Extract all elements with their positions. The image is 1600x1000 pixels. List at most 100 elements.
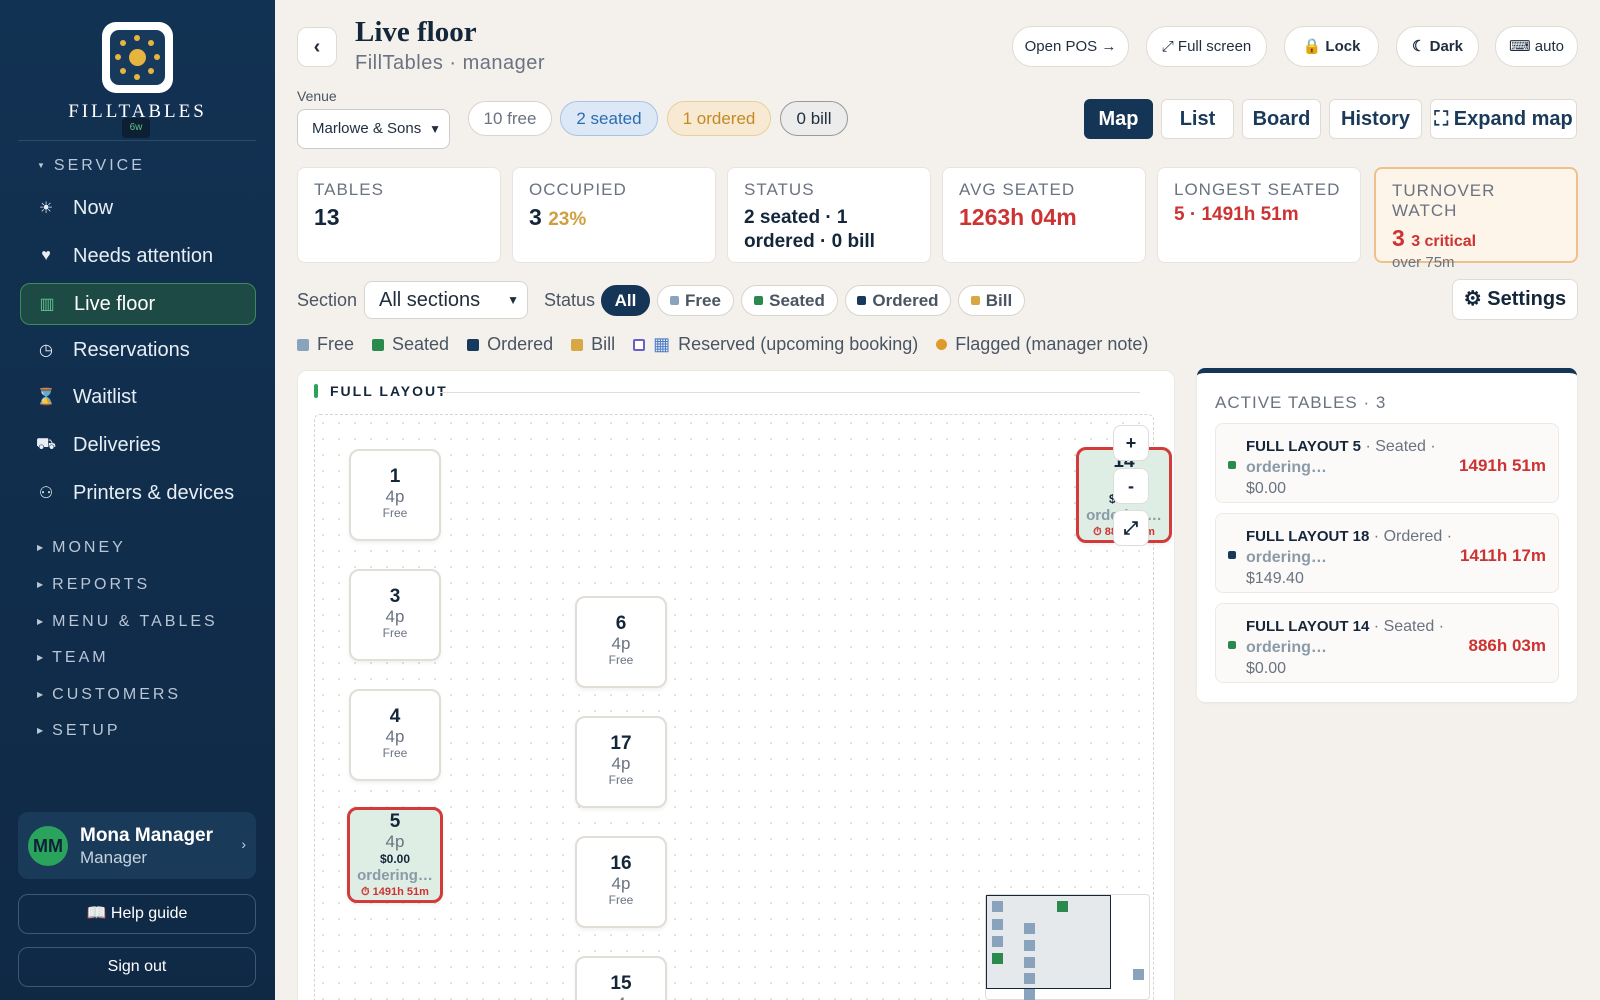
seated-swatch-icon xyxy=(754,296,764,305)
table-4[interactable]: 4 4p Free xyxy=(349,689,441,781)
count-ordered[interactable]: 1 ordered xyxy=(667,101,771,136)
active-table-status: · Seated · xyxy=(1369,618,1445,635)
chip-bill-label: Bill xyxy=(985,291,1013,310)
count-seated[interactable]: 2 seated xyxy=(560,101,658,136)
table-status: Free xyxy=(608,893,634,907)
tab-map[interactable]: Map xyxy=(1084,99,1153,139)
user-card[interactable]: MM Mona Manager Manager › xyxy=(18,812,256,879)
active-table-order: ordering… xyxy=(1246,639,1327,656)
active-table-row[interactable]: FULL LAYOUT 14 · Seated · ordering… $0.00… xyxy=(1215,603,1559,683)
calendar-icon: ▦ xyxy=(653,334,671,354)
tab-history[interactable]: History xyxy=(1329,99,1422,139)
section-customers[interactable]: ▶ CUSTOMERS xyxy=(37,686,181,704)
nav-needs-attention[interactable]: ♥ Needs attention xyxy=(20,235,256,277)
legend: Free Seated Ordered Bill ▦ Reserved (upco… xyxy=(297,334,1148,355)
table-1[interactable]: 1 4p Free xyxy=(349,449,441,541)
chip-bill[interactable]: Bill xyxy=(958,285,1025,316)
sun-icon: ☀ xyxy=(38,200,54,217)
sign-out-button[interactable]: Sign out xyxy=(18,947,256,987)
divider xyxy=(18,140,256,141)
active-table-order: ordering… xyxy=(1246,549,1327,566)
floor-grid-icon: ▥ xyxy=(39,296,55,313)
legend-ordered-swatch xyxy=(467,338,480,351)
dark-mode-button[interactable]: ☾ Dark xyxy=(1396,26,1479,67)
expand-map-button[interactable]: ⛶ Expand map xyxy=(1430,99,1577,139)
nav-now[interactable]: ☀ Now xyxy=(20,187,256,229)
section-team-label: TEAM xyxy=(52,649,109,666)
table-amount: $0.00 xyxy=(379,852,411,866)
ordered-status-icon xyxy=(1228,551,1236,559)
table-order-status: ordering… xyxy=(357,867,433,884)
active-table-status: · Seated · xyxy=(1361,438,1436,455)
sun-logo-icon xyxy=(110,30,165,85)
section-setup[interactable]: ▶ SETUP xyxy=(37,722,121,740)
lock-button[interactable]: 🔒 Lock xyxy=(1284,26,1379,67)
nav-printers-devices[interactable]: ⚇ Printers & devices xyxy=(20,472,256,514)
table-17[interactable]: 17 4p Free xyxy=(575,716,667,808)
zoom-in-button[interactable]: + xyxy=(1113,425,1149,461)
fit-view-icon[interactable]: ⤢ xyxy=(1113,510,1149,546)
nav-live-floor[interactable]: ▥ Live floor xyxy=(20,283,256,325)
section-team[interactable]: ▶ TEAM xyxy=(37,649,109,667)
section-money[interactable]: ▶ MONEY xyxy=(37,539,126,557)
settings-button[interactable]: ⚙ Settings xyxy=(1452,279,1578,320)
stat-occupied: OCCUPIED 3 23% xyxy=(512,167,716,263)
section-service[interactable]: ▼ SERVICE xyxy=(37,157,145,175)
count-bill[interactable]: 0 bill xyxy=(780,101,848,136)
stat-turnover-watch[interactable]: TURNOVER WATCH 3 3 critical over 75m xyxy=(1374,167,1578,271)
active-table-amount: $149.40 xyxy=(1246,570,1304,587)
active-table-name: FULL LAYOUT 14 xyxy=(1246,618,1370,635)
full-screen-button[interactable]: ⤢ Full screen xyxy=(1146,26,1267,67)
table-6[interactable]: 6 4p Free xyxy=(575,596,667,688)
section-filter-select[interactable]: All sections ▼ xyxy=(364,281,528,319)
avatar: MM xyxy=(28,826,68,866)
section-menu-tables[interactable]: ▶ MENU & TABLES xyxy=(37,613,218,631)
open-pos-button[interactable]: Open POS → xyxy=(1012,26,1129,67)
table-number: 5 xyxy=(389,811,401,832)
legend-flagged: Flagged (manager note) xyxy=(955,334,1149,354)
nav-reservations[interactable]: ◷ Reservations xyxy=(20,329,256,371)
venue-select[interactable]: Marlowe & Sons ▼ xyxy=(297,109,450,149)
count-free[interactable]: 10 free xyxy=(468,101,552,136)
brand-logo[interactable] xyxy=(102,22,173,93)
table-number: 3 xyxy=(389,586,401,607)
help-guide-button[interactable]: 📖 Help guide xyxy=(18,894,256,934)
zoom-out-button[interactable]: - xyxy=(1113,468,1149,504)
table-16[interactable]: 16 4p Free xyxy=(575,836,667,928)
main-content: ‹ Live floor FillTables · manager Open P… xyxy=(275,0,1600,1000)
chip-all[interactable]: All xyxy=(601,285,650,316)
page-subtitle: FillTables · manager xyxy=(355,52,546,74)
tab-board[interactable]: Board xyxy=(1242,99,1321,139)
chip-ordered[interactable]: Ordered xyxy=(845,285,951,316)
auto-button[interactable]: ⌨ auto xyxy=(1495,26,1578,67)
table-number: 4 xyxy=(389,706,401,727)
chip-seated[interactable]: Seated xyxy=(741,285,838,316)
section-filter-value: All sections xyxy=(379,289,481,311)
minimap-viewport[interactable] xyxy=(986,895,1111,989)
stat-tables-value: 13 xyxy=(314,204,340,230)
section-reports[interactable]: ▶ REPORTS xyxy=(37,576,150,594)
active-table-name: FULL LAYOUT 18 xyxy=(1246,528,1370,545)
active-table-row[interactable]: FULL LAYOUT 5 · Seated · ordering… $0.00 … xyxy=(1215,423,1559,503)
user-role: Manager xyxy=(80,848,148,867)
nav-deliveries[interactable]: ⛟ Deliveries xyxy=(20,424,256,466)
table-number: 17 xyxy=(610,733,632,754)
minimap[interactable] xyxy=(985,894,1150,1000)
stat-status-value: 2 seated · 1 ordered · 0 bill xyxy=(744,207,875,252)
stat-turnover-critical: 3 critical xyxy=(1411,233,1477,250)
chevron-down-icon: ▼ xyxy=(507,293,519,307)
nav-reservations-label: Reservations xyxy=(73,338,190,361)
stat-occupied-value: 3 xyxy=(529,204,542,230)
table-3[interactable]: 3 4p Free xyxy=(349,569,441,661)
table-15[interactable]: 15 4 xyxy=(575,956,667,1000)
active-table-row[interactable]: FULL LAYOUT 18 · Ordered · ordering… $149… xyxy=(1215,513,1559,593)
legend-free: Free xyxy=(317,334,355,354)
nav-waitlist[interactable]: ⌛ Waitlist xyxy=(20,376,256,418)
back-button[interactable]: ‹ xyxy=(297,27,337,67)
chip-free[interactable]: Free xyxy=(657,285,734,316)
nav-waitlist-label: Waitlist xyxy=(73,385,137,408)
active-table-amount: $0.00 xyxy=(1246,480,1287,497)
table-5[interactable]: 5 4p $0.00 ordering… ⏱ 1491h 51m xyxy=(347,807,443,903)
stat-tables: TABLES 13 xyxy=(297,167,501,263)
tab-list[interactable]: List xyxy=(1161,99,1234,139)
